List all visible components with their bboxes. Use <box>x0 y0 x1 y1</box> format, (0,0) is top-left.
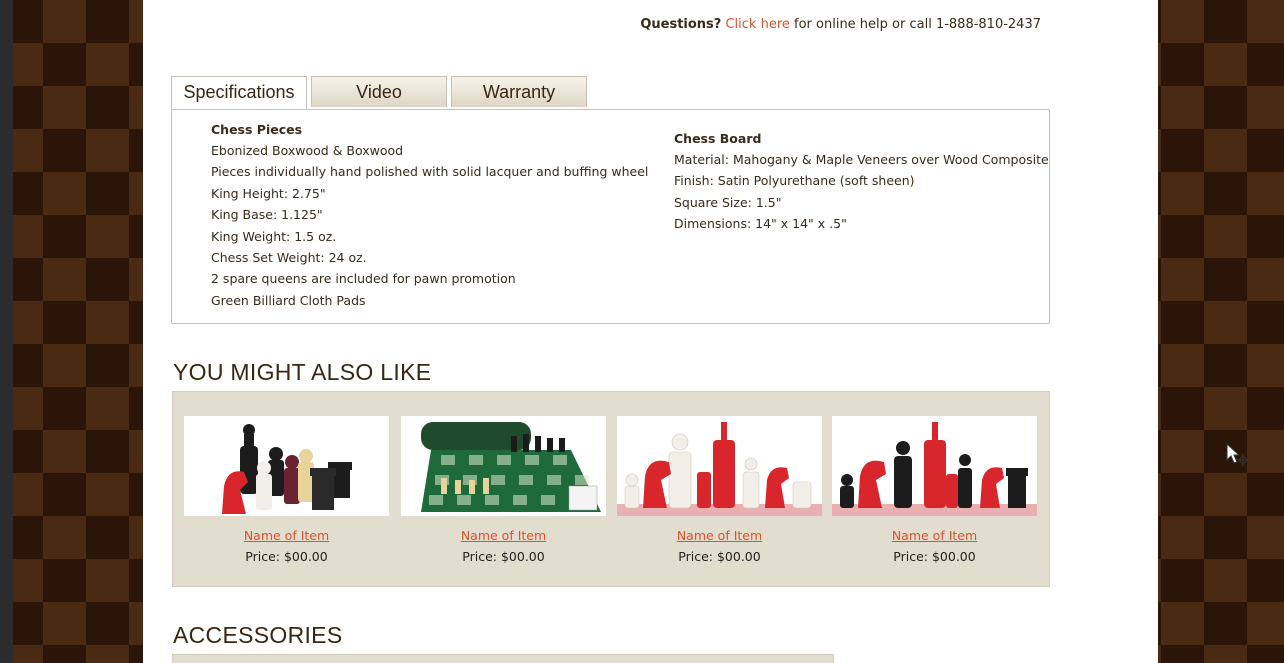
help-link[interactable]: Click here <box>725 17 789 32</box>
product-card: Name of Item Price: $00.00 <box>832 416 1037 564</box>
also-like-panel: Name of Item Price: $00.00 Name of Item … <box>172 391 1050 587</box>
spec-line: Finish: Satin Polyurethane (soft sheen) <box>674 173 915 189</box>
help-line: Questions? Click here for online help or… <box>640 17 1041 32</box>
tab-warranty[interactable]: Warranty <box>451 76 587 107</box>
item-price: Price: $00.00 <box>245 549 328 564</box>
spec-line: Dimensions: 14" x 14" x .5" <box>674 216 847 232</box>
spec-line: King Weight: 1.5 oz. <box>211 228 337 244</box>
product-card: Name of Item Price: $00.00 <box>401 416 606 564</box>
item-price: Price: $00.00 <box>893 549 976 564</box>
chess-board-specs: Chess Board Material: Mahogany & Maple V… <box>674 128 1049 235</box>
red-white-chess-pieces-image[interactable] <box>617 416 822 516</box>
spec-line: Ebonized Boxwood & Boxwood <box>211 143 404 158</box>
red-black-chess-pieces-image[interactable] <box>832 416 1037 516</box>
product-card: Name of Item Price: $00.00 <box>184 416 389 564</box>
questions-label: Questions? <box>640 17 722 32</box>
chess-pieces-heading: Chess Pieces <box>211 122 303 137</box>
accessories-panel <box>172 654 834 663</box>
spec-line: Green Billiard Cloth Pads <box>211 292 366 308</box>
spec-line: Material: Mahogany & Maple Veneers over … <box>674 152 1049 167</box>
chess-board-heading: Chess Board <box>674 131 762 146</box>
chess-pieces-specs: Chess Pieces Ebonized Boxwood & Boxwood … <box>211 119 648 311</box>
tab-video[interactable]: Video <box>311 76 447 107</box>
item-name-link[interactable]: Name of Item <box>184 528 389 543</box>
spec-line: Pieces individually hand polished with s… <box>211 164 649 180</box>
spec-line: Square Size: 1.5" <box>674 194 782 210</box>
item-price: Price: $00.00 <box>462 549 545 564</box>
item-price: Price: $00.00 <box>678 549 761 564</box>
chess-board-bag-image[interactable] <box>401 416 606 516</box>
specifications-panel: Chess Pieces Ebonized Boxwood & Boxwood … <box>171 109 1050 324</box>
help-phone-text: for online help or call 1-888-810-2437 <box>794 17 1041 32</box>
spec-line: King Base: 1.125" <box>211 207 323 223</box>
spec-line: King Height: 2.75" <box>211 185 326 201</box>
item-name-link[interactable]: Name of Item <box>401 528 606 543</box>
product-page: Questions? Click here for online help or… <box>143 0 1158 663</box>
spec-line: 2 spare queens are included for pawn pro… <box>211 271 516 287</box>
also-like-heading: YOU MIGHT ALSO LIKE <box>173 359 432 385</box>
window-edge <box>0 0 13 663</box>
tab-specifications[interactable]: Specifications <box>171 76 307 111</box>
chess-pieces-image[interactable] <box>184 416 389 516</box>
mouse-pointer-icon <box>1226 442 1250 469</box>
spec-line: Chess Set Weight: 24 oz. <box>211 250 367 266</box>
product-card: Name of Item Price: $00.00 <box>617 416 822 564</box>
item-name-link[interactable]: Name of Item <box>617 528 822 543</box>
item-name-link[interactable]: Name of Item <box>832 528 1037 543</box>
accessories-heading: ACCESSORIES <box>173 622 343 648</box>
